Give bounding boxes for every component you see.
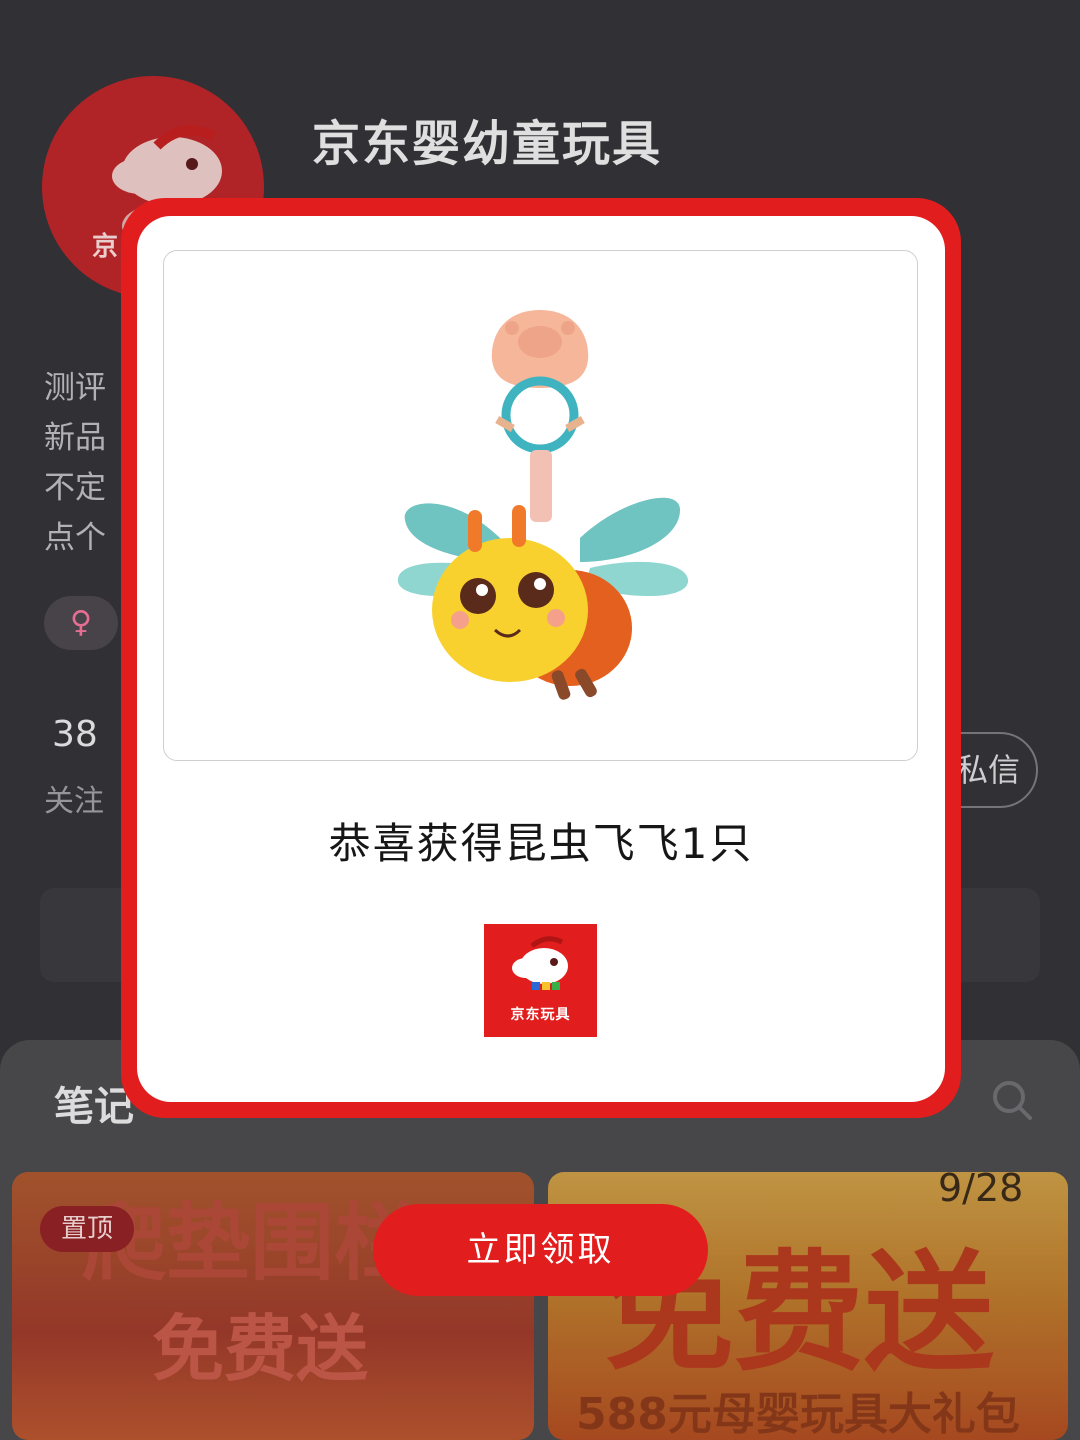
jd-dog-logo-icon <box>512 936 568 990</box>
prize-message: 恭喜获得昆虫飞飞1只 <box>328 819 754 868</box>
jd-toys-logo: 京东玩具 <box>484 924 597 1037</box>
claim-now-button[interactable]: 立即领取 <box>373 1204 708 1296</box>
brand-label: 京东玩具 <box>510 1007 571 1023</box>
bee-toy-icon <box>397 310 689 700</box>
